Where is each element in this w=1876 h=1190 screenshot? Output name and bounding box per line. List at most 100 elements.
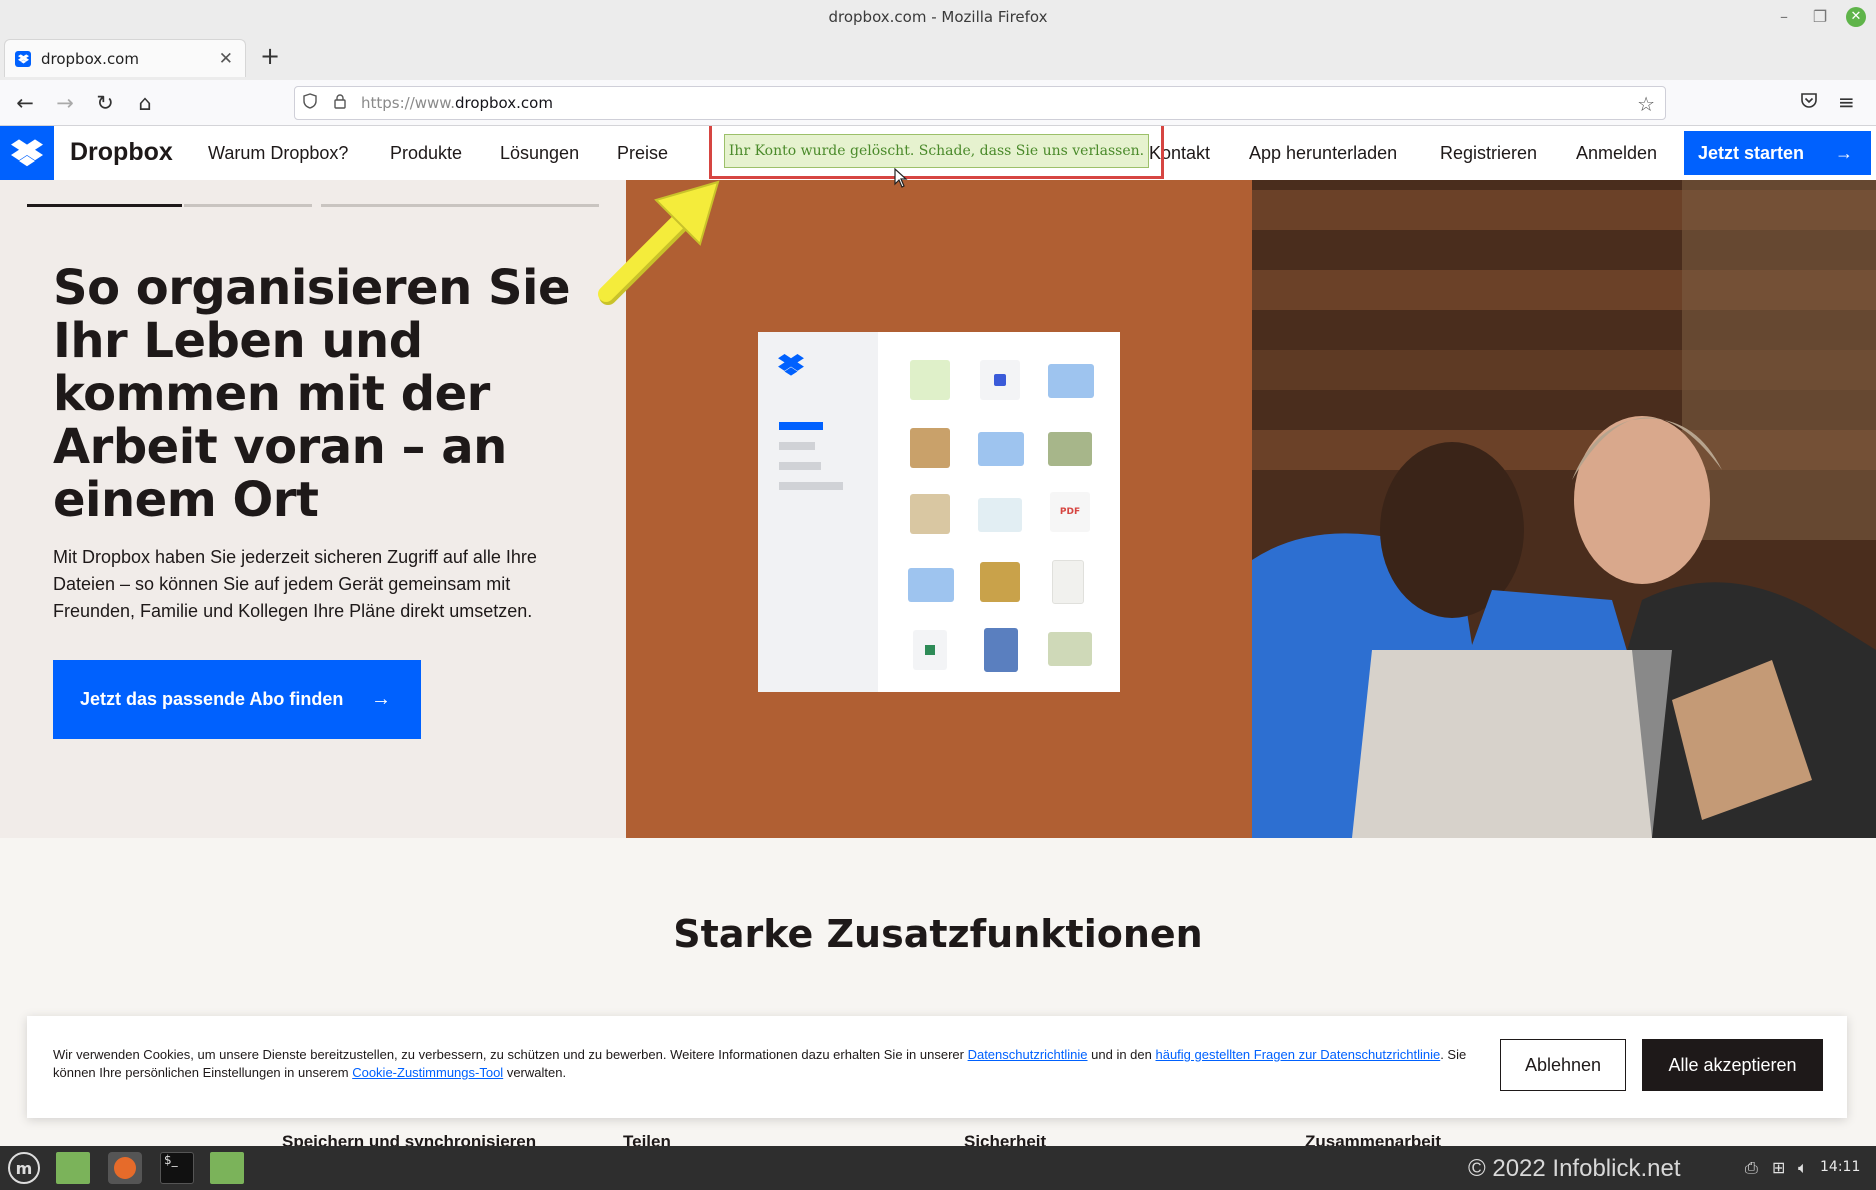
map-thumbnail xyxy=(910,428,950,468)
reject-cookies-button[interactable]: Ablehnen xyxy=(1500,1039,1626,1091)
tab-dropbox[interactable]: dropbox.com ✕ xyxy=(4,39,246,77)
svg-text:m: m xyxy=(16,1159,33,1178)
pdf-file-icon: PDF xyxy=(1050,492,1090,532)
menu-warum-dropbox[interactable]: Warum Dropbox? xyxy=(208,143,348,164)
back-icon[interactable]: ← xyxy=(12,90,38,116)
menu-registrieren[interactable]: Registrieren xyxy=(1440,143,1537,164)
mock-nav-active xyxy=(779,422,823,430)
hero-text-panel: So organisieren Sie Ihr Leben und kommen… xyxy=(0,180,626,838)
image-thumbnail xyxy=(910,494,950,534)
image-thumbnail xyxy=(910,360,950,400)
get-started-button[interactable]: Jetzt starten → xyxy=(1684,131,1871,175)
url-host: dropbox.com xyxy=(454,94,553,112)
mock-nav-line xyxy=(779,462,821,470)
menu-app-herunterladen[interactable]: App herunterladen xyxy=(1249,143,1397,164)
notice-highlight-frame: Ihr Konto wurde gelöscht. Schade, dass S… xyxy=(709,126,1164,179)
brand-name[interactable]: Dropbox xyxy=(70,138,173,167)
forward-icon[interactable]: → xyxy=(52,90,78,116)
menu-preise[interactable]: Preise xyxy=(617,143,668,164)
map-thumbnail xyxy=(978,498,1022,532)
spreadsheet-file-icon xyxy=(913,630,947,670)
privacy-faq-link[interactable]: häufig gestellten Fragen zur Datenschutz… xyxy=(1155,1047,1440,1062)
privacy-policy-link[interactable]: Datenschutzrichtlinie xyxy=(968,1047,1088,1062)
printer-icon[interactable]: ⎙ xyxy=(1745,1158,1758,1178)
cookie-text-part: und in den xyxy=(1087,1047,1156,1062)
get-started-label: Jetzt starten xyxy=(1698,142,1805,163)
mock-nav-line xyxy=(779,482,843,490)
cookie-banner: Wir verwenden Cookies, um unsere Dienste… xyxy=(27,1016,1847,1118)
shared-folder-icon xyxy=(1048,364,1094,398)
window-titlebar: dropbox.com - Mozilla Firefox – ❐ ✕ xyxy=(0,0,1876,34)
doc-file-icon xyxy=(980,360,1020,400)
carousel-progress-3[interactable] xyxy=(321,204,599,207)
reload-icon[interactable]: ↻ xyxy=(92,90,118,116)
shared-folder-icon xyxy=(908,568,954,602)
shared-folder-icon xyxy=(978,432,1024,466)
web-page: Dropbox Warum Dropbox? Produkte Lösungen… xyxy=(0,126,1876,1146)
url-text: https://www.dropbox.com xyxy=(361,94,553,112)
menu-produkte[interactable]: Produkte xyxy=(390,143,462,164)
section-title: Starke Zusatzfunktionen xyxy=(673,912,1203,956)
find-plan-button[interactable]: Jetzt das passende Abo finden → xyxy=(53,660,421,739)
tab-close-icon[interactable]: ✕ xyxy=(219,49,233,69)
watermark: © 2022 Infoblick.net xyxy=(1468,1155,1681,1182)
minimize-icon[interactable]: – xyxy=(1774,7,1794,27)
lock-icon[interactable] xyxy=(325,93,355,113)
file-browser-illustration: PDF xyxy=(758,332,1120,692)
os-taskbar: m $_ © 2022 Infoblick.net ⎙ ⊞ 🔈︎ 14:11 xyxy=(0,1146,1876,1190)
document-thumbnail xyxy=(984,628,1018,672)
url-bar[interactable]: https://www.dropbox.com ☆ xyxy=(294,86,1666,120)
library-photo xyxy=(1252,180,1876,838)
document-thumbnail xyxy=(1052,560,1084,604)
new-tab-icon[interactable]: + xyxy=(260,42,280,70)
dropbox-logo-small-icon xyxy=(778,354,804,376)
cookie-text-part: verwalten. xyxy=(503,1065,567,1080)
mock-nav-line xyxy=(779,442,815,450)
dropbox-favicon-icon xyxy=(15,50,31,67)
accept-cookies-button[interactable]: Alle akzeptieren xyxy=(1642,1039,1823,1091)
hero-description: Mit Dropbox haben Sie jederzeit sicheren… xyxy=(53,547,537,621)
window-controls: – ❐ ✕ xyxy=(1774,7,1866,27)
dropbox-logo-icon[interactable] xyxy=(0,126,54,180)
image-thumbnail xyxy=(980,562,1020,602)
bookmark-star-icon[interactable]: ☆ xyxy=(1637,92,1655,116)
map-thumbnail xyxy=(1048,632,1092,666)
feature-sharing: Teilen xyxy=(623,1132,671,1146)
feature-storage: Speichern und synchronisieren xyxy=(282,1132,537,1146)
feature-collaboration: Zusammenarbeit xyxy=(1305,1132,1442,1146)
mint-menu-icon[interactable]: m xyxy=(8,1152,40,1184)
mock-sidebar xyxy=(758,332,878,692)
feature-security: Sicherheit xyxy=(964,1132,1047,1146)
folder-icon[interactable] xyxy=(210,1152,244,1184)
close-window-icon[interactable]: ✕ xyxy=(1846,7,1866,27)
shield-icon[interactable] xyxy=(295,93,325,113)
home-icon[interactable]: ⌂ xyxy=(132,90,158,116)
hero-photo xyxy=(1252,180,1876,838)
nav-bar: ← → ↻ ⌂ https://www.dropbox.com ☆ ≡ xyxy=(0,80,1876,126)
maximize-icon[interactable]: ❐ xyxy=(1810,7,1830,27)
cookie-text-part: Wir verwenden Cookies, um unsere Dienste… xyxy=(53,1047,968,1062)
mouse-cursor-icon xyxy=(894,168,908,188)
arrow-right-icon: → xyxy=(1835,142,1853,163)
tab-bar: dropbox.com ✕ + xyxy=(0,34,1876,80)
app-menu-icon[interactable]: ≡ xyxy=(1838,90,1855,114)
menu-loesungen[interactable]: Lösungen xyxy=(500,143,579,164)
firefox-icon[interactable] xyxy=(108,1152,142,1184)
hero-title: So organisieren Sie Ihr Leben und kommen… xyxy=(53,260,571,528)
account-deleted-notice: Ihr Konto wurde gelöscht. Schade, dass S… xyxy=(724,134,1149,168)
pocket-icon[interactable] xyxy=(1800,90,1818,114)
terminal-icon[interactable]: $_ xyxy=(160,1152,194,1184)
files-icon[interactable] xyxy=(56,1152,90,1184)
volume-icon[interactable]: 🔈︎ xyxy=(1798,1158,1808,1178)
find-plan-label: Jetzt das passende Abo finden xyxy=(80,689,344,709)
annotation-arrow-icon xyxy=(598,180,720,305)
image-thumbnail xyxy=(1048,432,1092,466)
network-icon[interactable]: ⊞ xyxy=(1772,1158,1785,1177)
clock[interactable]: 14:11 xyxy=(1820,1159,1860,1175)
url-protocol: https://www. xyxy=(361,94,455,112)
tab-title: dropbox.com xyxy=(41,49,139,68)
consent-tool-link[interactable]: Cookie-Zustimmungs-Tool xyxy=(352,1065,503,1080)
carousel-progress-active[interactable] xyxy=(27,204,182,207)
carousel-progress-2[interactable] xyxy=(184,204,312,207)
menu-anmelden[interactable]: Anmelden xyxy=(1576,143,1657,164)
